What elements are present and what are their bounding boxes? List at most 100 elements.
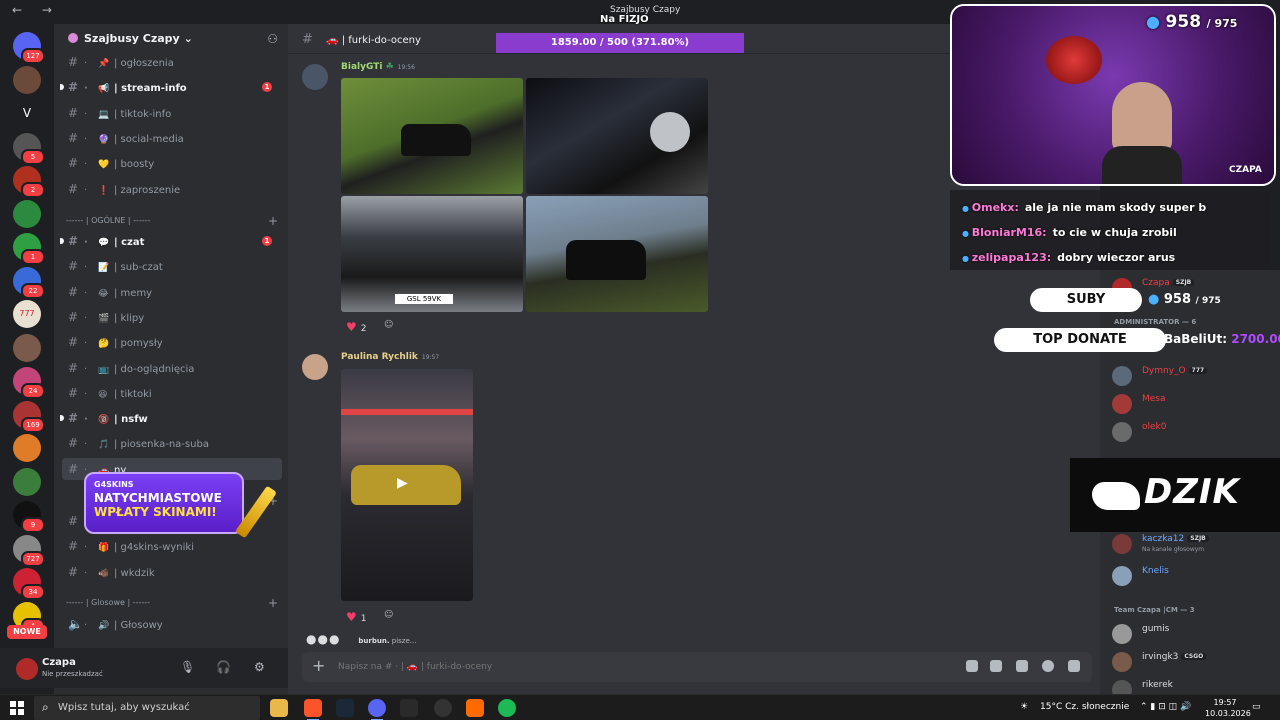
- add-reaction-icon[interactable]: ☺: [384, 320, 393, 330]
- channel-emoji: 🎵: [98, 440, 110, 451]
- channel-item[interactable]: # · 🔮 | social-media: [62, 127, 282, 149]
- channel-item[interactable]: # · 🎬 | klipy: [62, 306, 282, 328]
- channel-emoji: 📌: [98, 59, 110, 69]
- channel-category[interactable]: ------ | Glosowe | ------ +: [66, 594, 280, 612]
- gear-icon[interactable]: ⚙: [254, 660, 265, 674]
- suby-pill: SUBY: [1030, 288, 1142, 312]
- channel-label: | tiktok-info: [114, 108, 172, 120]
- author-avatar[interactable]: [302, 64, 328, 90]
- message-input[interactable]: [338, 658, 898, 676]
- video-attachment[interactable]: ▶: [341, 369, 473, 601]
- system-clock[interactable]: 19:57 10.03.2026: [1205, 697, 1251, 719]
- sub-badge-icon: ●: [962, 229, 972, 238]
- sub-badge-icon: ●: [962, 204, 972, 213]
- microphone-icon[interactable]: 🎙: [180, 660, 195, 674]
- channel-item[interactable]: # · 💛 | boosty: [62, 152, 282, 174]
- car-photo[interactable]: [341, 78, 523, 194]
- channel-item[interactable]: # · 🎵 | piosenka-na-suba: [62, 432, 282, 454]
- server-icon[interactable]: 169: [13, 400, 45, 433]
- discord-icon[interactable]: [368, 699, 386, 720]
- taskbar-search[interactable]: ⌕ Wpisz tutaj, aby wyszukać: [34, 696, 260, 720]
- streamer-face: [1112, 82, 1172, 152]
- user-panel: Czapa Nie przeszkadzać 🎙 🎧 ⚙: [0, 648, 288, 688]
- nav-arrows-icon[interactable]: ← →: [12, 3, 60, 17]
- author-avatar[interactable]: [302, 354, 328, 380]
- car-rear-photo[interactable]: [526, 196, 708, 312]
- server-icon[interactable]: [13, 434, 41, 462]
- server-icon[interactable]: [13, 199, 41, 228]
- channel-item[interactable]: # · 😆 | tiktoki: [62, 382, 282, 404]
- car-shape: [566, 240, 646, 280]
- channel-item[interactable]: # · 🔞 | nsfw: [60, 407, 282, 429]
- engine-photo[interactable]: [526, 78, 708, 194]
- channel-item[interactable]: 🔈· 🔊 | Głosowy: [62, 613, 282, 635]
- server-icon[interactable]: 1: [13, 233, 45, 265]
- channel-item[interactable]: # · ❗ | zaproszenie: [62, 178, 282, 200]
- spotify-icon[interactable]: [498, 699, 516, 717]
- server-icon[interactable]: 34: [13, 568, 45, 600]
- tray-icons[interactable]: ⌃ ▮ ⊡ ◫ 🔊: [1140, 702, 1191, 712]
- hash-icon: #: [68, 80, 79, 95]
- app-icon[interactable]: [466, 699, 484, 717]
- separator-dot: ·: [84, 108, 88, 120]
- reaction-heart[interactable]: ♥ 2: [346, 320, 367, 334]
- channel-label: | stream-info: [114, 83, 187, 95]
- headphones-icon[interactable]: 🎧: [216, 660, 231, 674]
- message-author[interactable]: Paulina Rychlik 19:57: [341, 352, 439, 362]
- server-icon[interactable]: [13, 65, 41, 94]
- attach-plus-icon[interactable]: +: [312, 656, 325, 675]
- channel-item[interactable]: # · 📌 | ogłoszenia: [62, 51, 282, 73]
- server-icon[interactable]: V: [13, 99, 41, 127]
- weather-icon[interactable]: ☀: [1020, 702, 1028, 712]
- user-avatar[interactable]: [16, 658, 38, 680]
- separator-dot: ·: [84, 312, 88, 324]
- channel-item[interactable]: # · 💬 | czat 1: [60, 230, 282, 252]
- obs-icon[interactable]: [434, 699, 452, 717]
- epic-games-icon[interactable]: [400, 699, 418, 717]
- server-icon[interactable]: 727: [13, 534, 45, 567]
- g4skins-promo-banner[interactable]: G4SKINS NATYCHMIASTOWE WPŁATY SKINAMI!: [84, 472, 277, 539]
- add-member-icon[interactable]: ⚇: [267, 32, 278, 46]
- windows-taskbar: ⌕ Wpisz tutaj, aby wyszukać ☀ 15°C Cz. s…: [0, 694, 1280, 720]
- message-time: 19:56: [397, 64, 415, 71]
- server-icon[interactable]: 5: [13, 132, 45, 165]
- channel-item[interactable]: # · 📝 | sub-czat: [62, 255, 282, 277]
- brave-browser-icon[interactable]: [304, 699, 322, 720]
- server-icon[interactable]: [13, 467, 41, 496]
- server-icon[interactable]: 24: [13, 367, 45, 399]
- steam-icon[interactable]: [336, 699, 354, 717]
- separator-dot: ·: [84, 620, 88, 631]
- channel-item[interactable]: # · 🎁 | g4skins-wyniki: [62, 535, 282, 557]
- notifications-icon[interactable]: ▭: [1252, 702, 1261, 712]
- play-icon[interactable]: ▶: [397, 475, 408, 491]
- chat-text: dobry wieczor arus: [1057, 251, 1176, 264]
- reaction-heart[interactable]: ♥ 1: [346, 610, 367, 624]
- channel-category[interactable]: ------ | OGÓLNE | ------ +: [66, 212, 280, 230]
- channel-item[interactable]: # · 📢 | stream-info 1: [60, 76, 282, 98]
- server-icon[interactable]: 777: [13, 300, 41, 328]
- server-icon[interactable]: 9: [13, 501, 45, 533]
- server-icon[interactable]: [13, 333, 41, 362]
- message-author[interactable]: BialyGTi ☘ 19:56: [341, 62, 415, 72]
- file-explorer-icon[interactable]: [270, 699, 288, 717]
- channel-item[interactable]: # · 📺 | do-oglądnięcia: [62, 357, 282, 379]
- engine-bay-photo[interactable]: GSL 59VK: [341, 196, 523, 312]
- weather-text[interactable]: 15°C Cz. słonecznie: [1040, 702, 1129, 712]
- server-icon[interactable]: 2: [13, 166, 45, 198]
- top-donate-pill: TOP DONATE: [994, 328, 1166, 352]
- channel-item[interactable]: # · 🤔 | pomysły: [62, 331, 282, 353]
- channel-item[interactable]: # · 💻 | tiktok-info: [62, 102, 282, 124]
- speaker-icon: 🔈: [68, 617, 83, 631]
- overlay-chat-line: ● BloniarM16: to cie w chuja zrobil: [962, 226, 1177, 239]
- channel-item[interactable]: # · 😂 | memy: [62, 281, 282, 303]
- channel-item[interactable]: # · 🐗 | wkdzik: [62, 561, 282, 583]
- add-channel-icon[interactable]: +: [268, 594, 278, 612]
- server-icon[interactable]: 22: [13, 266, 45, 299]
- add-channel-icon[interactable]: +: [268, 212, 278, 230]
- add-reaction-icon[interactable]: ☺: [384, 610, 393, 620]
- server-icon[interactable]: 127: [13, 32, 45, 64]
- hash-icon: #: [68, 156, 79, 171]
- server-header[interactable]: Szajbusy Czapy ⌄ ⚇: [54, 24, 288, 54]
- windows-start-icon[interactable]: [10, 701, 24, 715]
- new-badge[interactable]: NOWE: [7, 625, 47, 639]
